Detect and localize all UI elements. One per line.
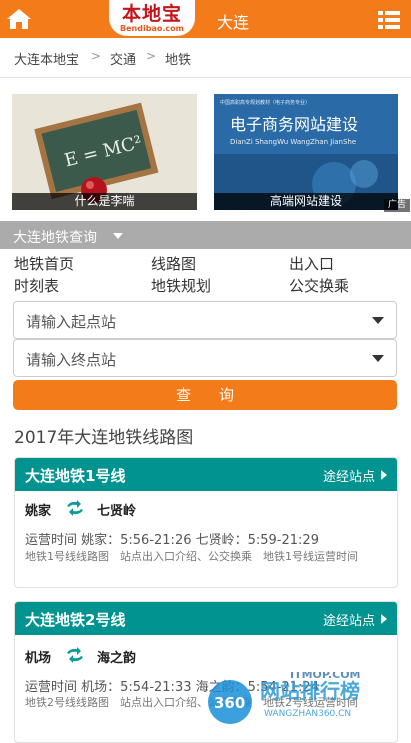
watermark-text: 网站排行榜 — [260, 679, 360, 703]
start-station-select[interactable]: 请输入起点站 — [13, 301, 397, 339]
section-title: 大连地铁查询 — [13, 230, 97, 246]
top-header: 本地宝 Bendibao.com 大连 — [0, 0, 411, 38]
breadcrumb-subway[interactable]: 地铁 — [165, 49, 191, 68]
watermark-url: WANGZHAN360.CN — [264, 709, 351, 719]
ad-2-pinyin: DianZi ShangWu WangZhan JianShe — [230, 138, 356, 146]
logo-text: 本地宝 — [121, 3, 182, 25]
line-name: 大连地铁2号线 — [25, 611, 126, 629]
line-start-station: 机场 — [25, 651, 52, 666]
line-start-station: 姚家 — [25, 504, 52, 519]
ad-banner-2[interactable]: 中国高职高专规划教材（电子商务专业） 电子商务网站建设 DianZi Shang… — [214, 94, 398, 210]
breadcrumb-home[interactable]: 大连本地宝 — [14, 49, 79, 68]
subway-query-section-bar[interactable]: 大连地铁查询 — [0, 221, 411, 249]
dropdown-arrow-icon — [372, 355, 384, 362]
watermark-number: 360 — [214, 694, 245, 712]
line-card-1: 大连地铁1号线 途经站点 姚家 七贤岭 运营时间 姚家：5:56-21:26 七… — [14, 457, 398, 588]
line-end-station: 七贤岭 — [97, 504, 137, 519]
ad-1-caption: 什么是李喘 — [12, 193, 197, 210]
city-name[interactable]: 大连 — [217, 9, 249, 33]
end-station-placeholder: 请输入终点站 — [26, 351, 117, 369]
ad-label: 广告 — [384, 199, 410, 212]
site-watermark: 360 网站排行榜 ITMOP.COM WANGZHAN360.CN — [208, 672, 361, 724]
chevron-right-icon — [381, 614, 387, 624]
nav-subway-home[interactable]: 地铁首页 — [14, 253, 74, 274]
chevron-right-icon — [381, 470, 387, 480]
nav-route-map[interactable]: 线路图 — [151, 253, 196, 274]
transfer-arrows-icon — [67, 647, 83, 663]
query-button[interactable]: 查询 — [13, 380, 397, 410]
menu-icon[interactable] — [378, 11, 400, 29]
ad-2-top-text: 中国高职高专规划教材（电子商务专业） — [220, 99, 310, 106]
nav-entrances[interactable]: 出入口 — [289, 253, 334, 274]
end-station-select[interactable]: 请输入终点站 — [13, 339, 397, 377]
nav-subway-plan[interactable]: 地铁规划 — [151, 275, 211, 296]
breadcrumb-transport[interactable]: 交通 — [110, 49, 136, 68]
caret-down-icon — [113, 233, 123, 239]
breadcrumb-separator: > — [146, 49, 157, 63]
logo-subtext: Bendibao.com — [120, 24, 184, 33]
nav-timetable[interactable]: 时刻表 — [14, 275, 59, 296]
transfer-arrows-icon — [67, 500, 83, 516]
via-stations-link[interactable]: 途经站点 — [323, 610, 375, 629]
line-card-header[interactable]: 大连地铁2号线 途经站点 — [15, 602, 397, 635]
ad-2-caption: 高端网站建设 — [214, 193, 398, 210]
ad-2-book-title: 电子商务网站建设 — [230, 115, 358, 134]
ad-banner-1[interactable]: E = MC² 什么是李喘 — [12, 94, 197, 210]
home-icon[interactable] — [6, 8, 32, 30]
start-station-placeholder: 请输入起点站 — [26, 313, 117, 331]
map-title: 2017年大连地铁线路图 — [14, 428, 194, 448]
via-stations-link[interactable]: 途经站点 — [323, 466, 375, 485]
dropdown-arrow-icon — [372, 317, 384, 324]
line-end-station: 海之韵 — [97, 651, 137, 666]
line-hours: 运营时间 姚家：5:56-21:26 七贤岭：5:59-21:29 — [25, 533, 319, 548]
breadcrumb: 大连本地宝 > 交通 > 地铁 — [0, 38, 411, 78]
line-related-links[interactable]: 地铁1号线线路图 站点出入口介绍、公交换乘 地铁1号线运营时间 — [25, 549, 385, 565]
site-logo[interactable]: 本地宝 Bendibao.com — [109, 0, 195, 36]
watermark-tag: ITMOP.COM — [290, 672, 361, 681]
line-card-header[interactable]: 大连地铁1号线 途经站点 — [15, 458, 397, 491]
nav-bus-transfer[interactable]: 公交换乘 — [289, 275, 349, 296]
breadcrumb-separator: > — [91, 49, 102, 63]
line-name: 大连地铁1号线 — [25, 467, 126, 485]
